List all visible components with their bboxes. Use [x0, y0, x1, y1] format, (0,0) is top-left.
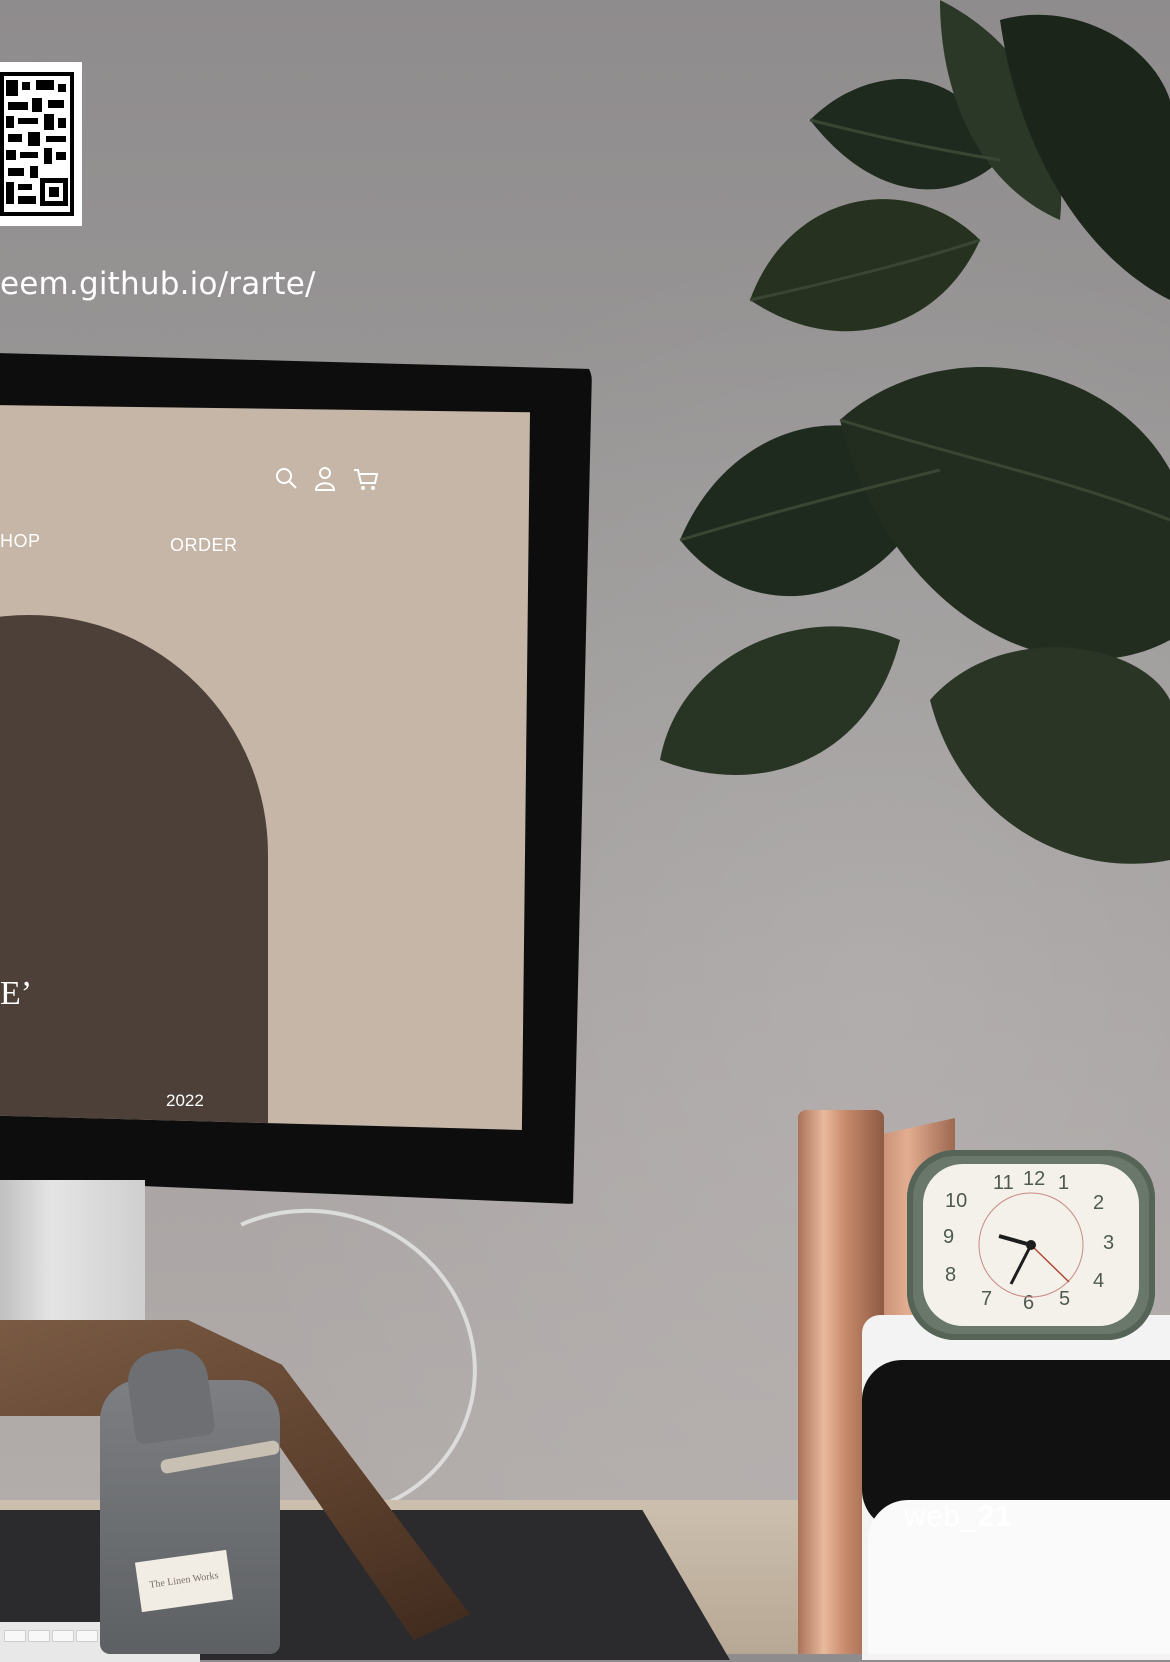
- page-number: 21: [977, 1500, 1013, 1533]
- user-icon[interactable]: [312, 465, 338, 493]
- alarm-clock: 11 12 1 2 10 9 3 8 4 7 6 5: [907, 1150, 1155, 1340]
- page-label: web_21: [904, 1500, 1012, 1534]
- plant-leaves: [660, 0, 1170, 864]
- qr-code[interactable]: [0, 62, 82, 226]
- hero-year: 2022: [166, 1091, 204, 1110]
- cart-icon[interactable]: [352, 465, 379, 493]
- project-url[interactable]: eem.github.io/rarte/: [0, 266, 316, 302]
- clock-face: 11 12 1 2 10 9 3 8 4 7 6 5: [923, 1164, 1139, 1326]
- nav-shop[interactable]: HOP: [0, 531, 41, 552]
- hero-arch: E’ 2022 E: [0, 615, 268, 1130]
- nav-order[interactable]: ORDER: [170, 535, 238, 556]
- search-icon[interactable]: [274, 465, 300, 493]
- clock-hands: [978, 1192, 1084, 1298]
- page-label-prefix: web_: [904, 1500, 978, 1533]
- hero-title: E’: [0, 975, 33, 1012]
- website-screen: HOP ORDER E’ 2022 E: [0, 405, 530, 1130]
